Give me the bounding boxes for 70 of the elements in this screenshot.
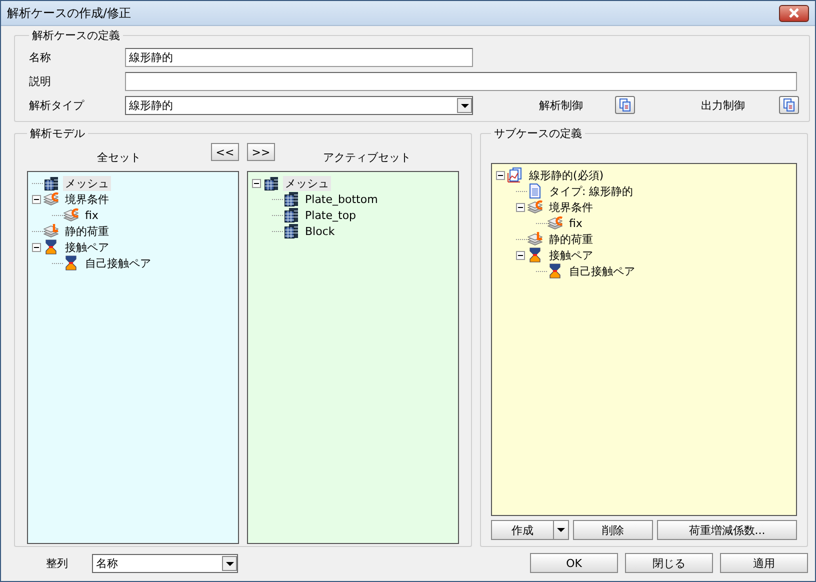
sort-label: 整列 xyxy=(45,556,69,570)
collapse-icon[interactable] xyxy=(252,178,261,188)
close-icon xyxy=(787,8,801,18)
tree-item[interactable]: 境界条件 xyxy=(63,192,111,206)
description-field[interactable] xyxy=(125,72,797,90)
layers-icon xyxy=(527,199,543,215)
remove-button[interactable]: << xyxy=(211,143,239,161)
layers-icon xyxy=(63,207,79,223)
group-title: サブケースの定義 xyxy=(493,126,583,141)
part-icon xyxy=(283,207,299,223)
dialog-button[interactable]: 閉じる xyxy=(625,553,713,573)
tree-item[interactable]: 接触ペア xyxy=(547,248,595,262)
document-icon xyxy=(619,98,631,112)
analysis-control-button[interactable] xyxy=(615,96,635,114)
layers-icon xyxy=(43,223,59,239)
layers-icon xyxy=(547,215,563,231)
hourglass-icon xyxy=(547,263,563,279)
type-dropdown[interactable]: 線形静的 xyxy=(125,96,473,114)
tree-item[interactable]: Plate_bottom xyxy=(303,192,380,206)
tree-item[interactable]: fix xyxy=(567,216,584,230)
tree-item[interactable]: Plate_top xyxy=(303,208,358,222)
load-factor-button[interactable]: 荷重増減係数... xyxy=(657,520,797,540)
add-button[interactable]: >> xyxy=(247,143,275,161)
hourglass-icon xyxy=(43,239,59,255)
name-field[interactable]: 線形静的 xyxy=(125,48,473,66)
field-label: 解析タイプ xyxy=(29,98,86,112)
group-title: 解析ケースの定義 xyxy=(31,28,121,43)
output-control-button[interactable] xyxy=(779,96,799,114)
tree-item[interactable]: 境界条件 xyxy=(547,200,595,214)
tree-item[interactable]: 接触ペア xyxy=(63,240,111,254)
chart-icon xyxy=(507,167,523,183)
tree-item[interactable]: 自己接触ペア xyxy=(567,264,637,278)
tree-item[interactable]: fix xyxy=(83,208,100,222)
collapse-icon[interactable] xyxy=(516,250,525,260)
mesh-icon xyxy=(263,175,279,191)
create-button[interactable]: 作成 xyxy=(491,520,569,540)
window-title: 解析ケースの作成/修正 xyxy=(7,4,132,22)
delete-button[interactable]: 削除 xyxy=(573,520,653,540)
collapse-icon[interactable] xyxy=(32,194,41,204)
tree-item[interactable]: メッシュ xyxy=(63,176,111,190)
collapse-icon[interactable] xyxy=(496,170,505,180)
layers-icon xyxy=(43,191,59,207)
document-icon xyxy=(783,98,795,112)
part-icon xyxy=(283,223,299,239)
document-icon xyxy=(527,183,543,199)
close-button[interactable] xyxy=(779,4,809,22)
layers-icon xyxy=(527,231,543,247)
hourglass-icon xyxy=(527,247,543,263)
collapse-icon[interactable] xyxy=(32,242,41,252)
group-title: 解析モデル xyxy=(29,126,86,141)
sort-dropdown[interactable]: 名称 xyxy=(92,554,238,572)
tree-item[interactable]: メッシュ xyxy=(283,176,331,190)
column-heading: 全セット xyxy=(96,150,142,166)
field-label: 名称 xyxy=(29,50,52,64)
column-heading: アクティブセット xyxy=(322,150,412,166)
tree-item[interactable]: Block xyxy=(303,224,337,238)
field-label: 説明 xyxy=(29,74,52,88)
control-label: 出力制御 xyxy=(701,98,746,112)
tree-item[interactable]: 静的荷重 xyxy=(63,224,111,238)
tree-item[interactable]: 静的荷重 xyxy=(547,232,595,246)
tree-item[interactable]: タイプ: 線形静的 xyxy=(547,184,636,198)
tree-item[interactable]: 線形静的(必須) xyxy=(527,168,606,182)
tree-item[interactable]: 自己接触ペア xyxy=(83,256,153,270)
part-icon xyxy=(283,191,299,207)
hourglass-icon xyxy=(63,255,79,271)
collapse-icon[interactable] xyxy=(516,202,525,212)
control-label: 解析制御 xyxy=(539,98,584,112)
dialog-button[interactable]: 適用 xyxy=(720,553,808,573)
dialog-button[interactable]: OK xyxy=(530,553,618,573)
mesh-icon xyxy=(43,175,59,191)
